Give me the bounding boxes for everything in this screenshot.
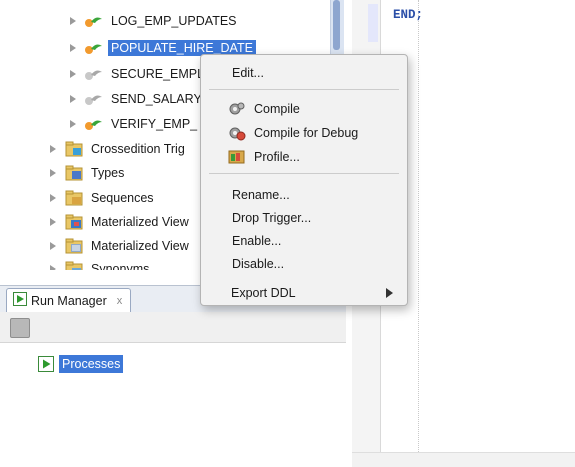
menu-item-edit[interactable]: Edit... [201, 62, 407, 84]
expand-arrow-icon[interactable] [68, 113, 78, 135]
tree-item-sequences[interactable]: Sequences [48, 187, 157, 209]
menu-item-profile[interactable]: Profile... [201, 146, 407, 168]
expand-arrow-icon[interactable] [68, 88, 78, 110]
processes-label: Processes [59, 355, 124, 373]
gears-icon [228, 101, 246, 117]
editor-status-strip [352, 452, 575, 467]
expand-arrow-icon[interactable] [48, 211, 58, 233]
tree-item-label: Types [91, 166, 125, 180]
synonyms-folder-icon [64, 260, 84, 270]
tree-item-label: Materialized View [91, 239, 189, 253]
tree-item-label: Sequences [91, 191, 154, 205]
trigger-disabled-icon [84, 65, 104, 83]
gutter-marker [368, 4, 378, 42]
code-line: END; [393, 8, 424, 22]
menu-item-enable[interactable]: Enable... [201, 230, 407, 252]
tree-item-label: Crossedition Trig [91, 142, 185, 156]
tree-item-materialized-views[interactable]: Materialized View [48, 235, 192, 257]
menu-item-compile[interactable]: Compile [201, 98, 407, 120]
expand-arrow-icon[interactable] [48, 138, 58, 160]
tree-item-label: VERIFY_EMP_ [111, 117, 198, 131]
debug-gears-icon [228, 125, 246, 141]
menu-separator [209, 89, 399, 90]
trigger-enabled-icon [84, 115, 104, 133]
materialized-view-folder-icon [64, 237, 84, 255]
run-icon [13, 292, 27, 309]
context-menu: Edit... Compile Compile for Debug Profil… [200, 54, 408, 306]
tree-item-log-emp-updates[interactable]: LOG_EMP_UPDATES [68, 10, 240, 32]
tree-item-secure-employees[interactable]: SECURE_EMPL [68, 63, 207, 85]
tree-item-label: SECURE_EMPL [111, 67, 205, 81]
types-folder-icon [64, 164, 84, 182]
stop-button[interactable] [10, 318, 30, 338]
run-icon [38, 356, 54, 372]
menu-item-disable[interactable]: Disable... [201, 253, 407, 275]
trigger-enabled-icon [84, 39, 104, 57]
tree-item-crossedition-triggers[interactable]: Crossedition Trig [48, 138, 188, 160]
run-manager-toolbar [0, 312, 346, 343]
menu-item-compile-for-debug[interactable]: Compile for Debug [201, 122, 407, 144]
tab-run-manager[interactable]: Run Manager x [6, 288, 132, 312]
menu-separator [209, 173, 399, 174]
trigger-disabled-icon [84, 90, 104, 108]
expand-arrow-icon[interactable] [68, 10, 78, 32]
expand-arrow-icon[interactable] [68, 63, 78, 85]
menu-item-export-ddl[interactable]: Export DDL [200, 282, 406, 304]
tab-label: Run Manager [31, 293, 107, 308]
sequences-folder-icon [64, 189, 84, 207]
trigger-enabled-icon [84, 12, 104, 30]
expand-arrow-icon[interactable] [48, 187, 58, 209]
tree-item-label: SEND_SALARY [111, 92, 202, 106]
editor-margin-line [418, 0, 419, 466]
profile-icon [228, 149, 246, 165]
tree-item-verify-emp[interactable]: VERIFY_EMP_ [68, 113, 200, 135]
processes-node[interactable]: Processes [38, 354, 124, 374]
tree-item-types[interactable]: Types [48, 162, 127, 184]
tree-item-label: LOG_EMP_UPDATES [111, 14, 237, 28]
expand-arrow-icon[interactable] [48, 162, 58, 184]
expand-arrow-icon[interactable] [48, 258, 58, 270]
menu-item-rename[interactable]: Rename... [201, 184, 407, 206]
expand-arrow-icon[interactable] [68, 37, 78, 59]
tree-item-materialized-view-logs[interactable]: Materialized View [48, 211, 192, 233]
expand-arrow-icon[interactable] [48, 235, 58, 257]
menu-item-drop-trigger[interactable]: Drop Trigger... [201, 207, 407, 229]
tree-item-label: Synonyms [91, 262, 150, 270]
tree-item-label: Materialized View [91, 215, 189, 229]
submenu-arrow-icon [386, 288, 393, 298]
tree-scrollbar-thumb[interactable] [333, 0, 340, 50]
materialized-view-folder-icon [64, 213, 84, 231]
folder-icon [64, 140, 84, 158]
tree-item-synonyms[interactable]: Synonyms [48, 258, 152, 270]
close-tab-icon[interactable]: x [117, 295, 123, 307]
tree-item-send-salary[interactable]: SEND_SALARY [68, 88, 205, 110]
